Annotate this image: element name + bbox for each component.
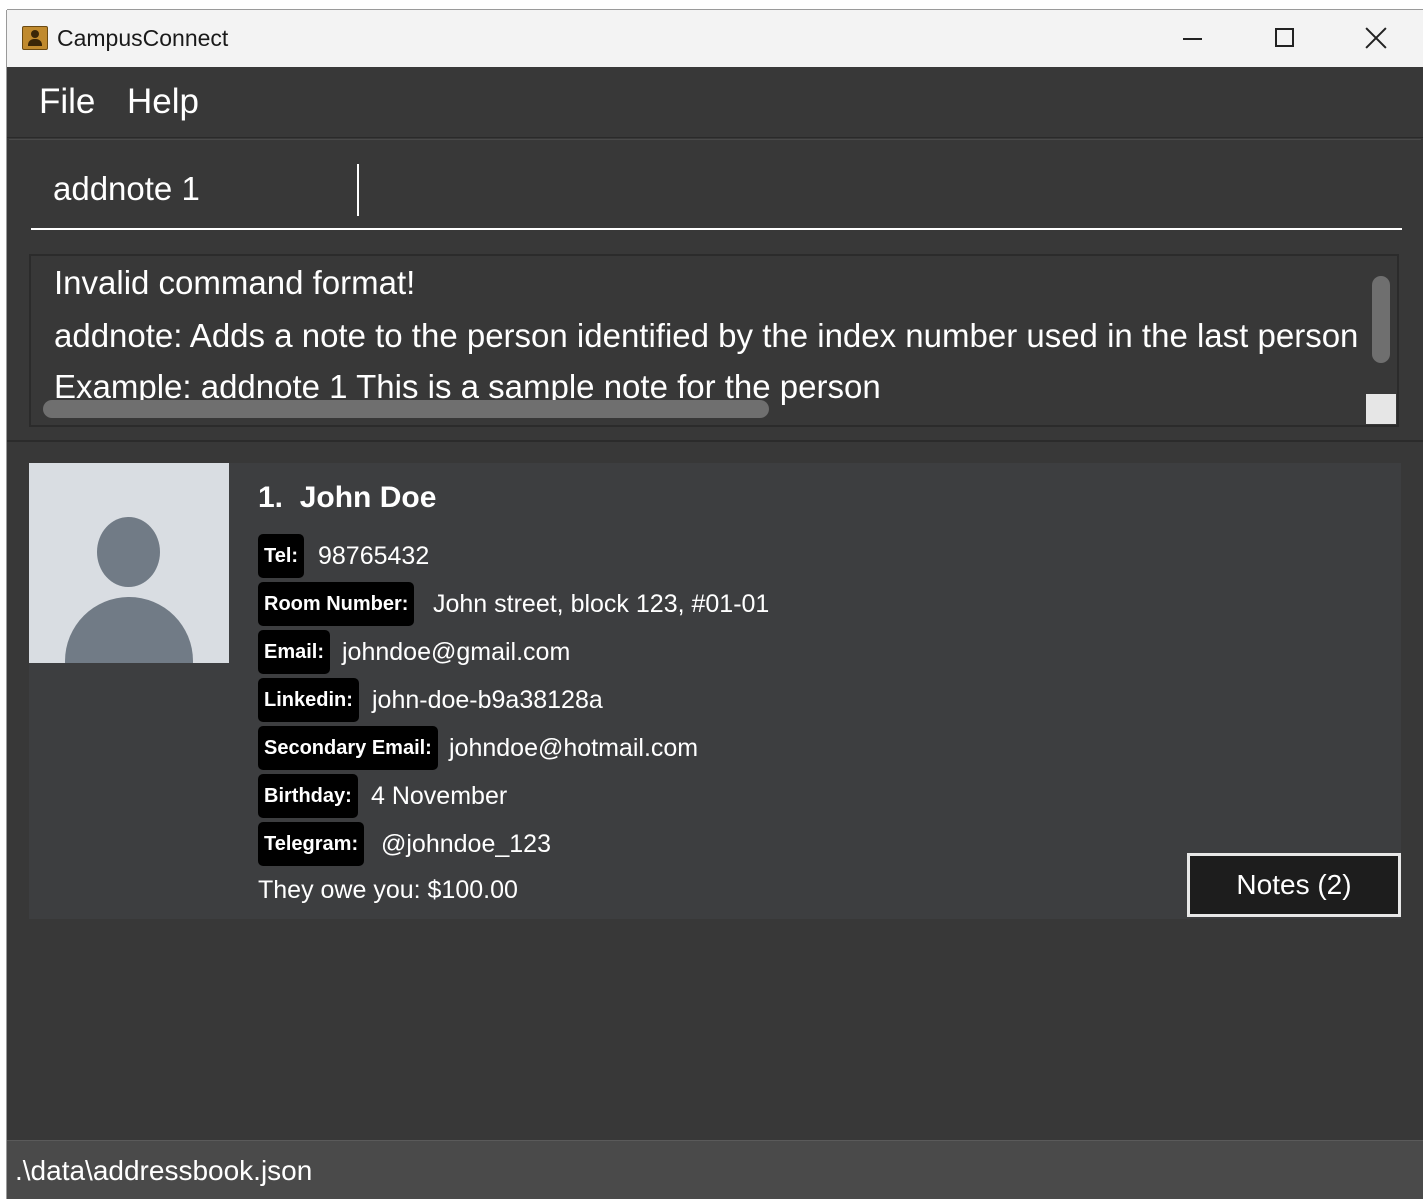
menu-help[interactable]: Help (127, 82, 199, 122)
field-label: Secondary Email: (258, 726, 438, 770)
field-value: john-doe-b9a38128a (372, 686, 603, 714)
avatar-head-icon (97, 517, 160, 587)
result-display[interactable]: Invalid command format! addnote: Adds a … (29, 254, 1399, 427)
app-window: CampusConnect File Help addnote 1 Invali… (7, 10, 1423, 1199)
field-value: John street, block 123, #01-01 (433, 590, 770, 618)
field-label: Telegram: (258, 822, 365, 866)
person-name: 1. John Doe (258, 481, 436, 515)
avatar (29, 463, 229, 663)
field-value: johndoe@gmail.com (342, 638, 571, 666)
close-icon (1364, 26, 1388, 50)
maximize-icon (1275, 28, 1294, 47)
field-label: Tel: (258, 534, 305, 578)
owe-amount: They owe you: $100.00 (258, 876, 518, 904)
field-value: 4 November (371, 782, 508, 810)
command-underline (31, 228, 1402, 230)
notes-button[interactable]: Notes (2) (1187, 853, 1401, 917)
close-button[interactable] (1331, 10, 1423, 67)
field-value: 98765432 (318, 542, 430, 570)
result-line: addnote: Adds a note to the person ident… (54, 317, 1359, 354)
field-label: Birthday: (258, 774, 358, 818)
menu-bar: File Help (7, 67, 1423, 138)
minimize-button[interactable] (1137, 10, 1229, 67)
title-bar[interactable]: CampusConnect (7, 10, 1423, 67)
field-label: Linkedin: (258, 678, 359, 722)
scrollbar-corner (1366, 394, 1396, 424)
menu-file[interactable]: File (39, 82, 95, 122)
command-box[interactable]: addnote 1 (9, 139, 1421, 235)
person-index: 1. (258, 481, 284, 514)
field-label: Email: (258, 630, 331, 674)
app-contact-icon (22, 26, 48, 50)
data-file-path: .\data\addressbook.json (15, 1155, 313, 1186)
window-title: CampusConnect (57, 25, 229, 51)
field-label: Room Number: (258, 582, 415, 626)
horizontal-scrollbar-thumb[interactable] (43, 400, 769, 418)
vertical-scrollbar-thumb[interactable] (1372, 276, 1390, 363)
text-caret (357, 164, 359, 216)
maximize-button[interactable] (1239, 10, 1331, 67)
minimize-icon (1183, 38, 1202, 40)
field-value: @johndoe_123 (381, 830, 551, 858)
status-bar: .\data\addressbook.json (7, 1140, 1423, 1199)
command-input[interactable]: addnote 1 (53, 170, 200, 208)
person-card[interactable]: 1. John Doe Tel: 98765432 Room Number: J… (29, 463, 1401, 919)
person-list[interactable]: 1. John Doe Tel: 98765432 Room Number: J… (7, 442, 1423, 1140)
field-value: johndoe@hotmail.com (449, 734, 699, 762)
result-line: Invalid command format! (54, 264, 416, 301)
avatar-body-icon (65, 597, 193, 663)
person-name-text: John Doe (299, 481, 437, 514)
